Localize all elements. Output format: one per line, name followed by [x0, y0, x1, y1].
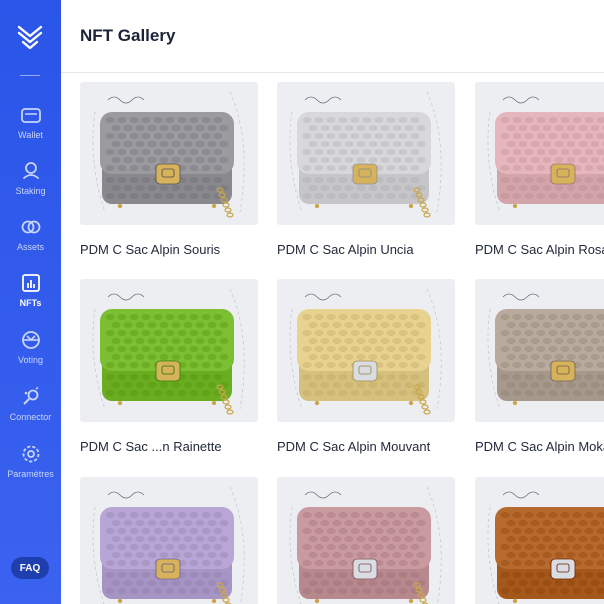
nft-name: PDM C Sac ...n Rainette	[80, 439, 222, 454]
nft-image	[277, 279, 455, 422]
page-title: NFT Gallery	[80, 26, 176, 45]
app-logo-icon[interactable]	[16, 22, 44, 50]
nft-image	[80, 279, 258, 422]
connector-icon	[22, 386, 38, 405]
sidebar-item-voting[interactable]: Voting	[0, 329, 61, 379]
nft-image	[80, 82, 258, 225]
sidebar-item-label: Paramètres	[7, 469, 54, 479]
nft-image	[475, 82, 604, 225]
nft-image	[475, 477, 604, 604]
nft-name: PDM C Sac Alpin Uncia	[277, 242, 414, 257]
nft-card[interactable]	[277, 477, 455, 604]
sidebar-item-label: Wallet	[18, 130, 43, 140]
nft-image	[277, 477, 455, 604]
sidebar-item-label: Staking	[15, 186, 46, 196]
nft-card[interactable]	[80, 477, 258, 604]
nft-card[interactable]: PDM C Sac Alpin Rosa	[475, 82, 604, 257]
nft-card[interactable]: PDM C Sac Alpin Moka	[475, 279, 604, 454]
sidebar-item-label: Assets	[16, 242, 44, 252]
nft-name: PDM C Sac Alpin Mouvant	[277, 439, 431, 454]
nft-name: PDM C Sac Alpin Souris	[80, 242, 221, 257]
nft-name: PDM C Sac Alpin Rosa	[475, 242, 604, 257]
sidebar: Wallet Staking Assets NFTs Voting Connec…	[0, 0, 61, 604]
faq-button[interactable]: FAQ	[11, 557, 49, 579]
assets-icon	[21, 220, 40, 234]
settings-icon	[22, 445, 39, 463]
nft-card[interactable]: PDM C Sac Alpin Uncia	[277, 82, 455, 257]
header: NFT Gallery	[61, 0, 604, 73]
sidebar-item-label: Voting	[17, 355, 44, 365]
nft-image	[475, 279, 604, 422]
voting-icon	[21, 331, 40, 349]
nft-card[interactable]	[475, 477, 604, 604]
sidebar-item-assets[interactable]: Assets	[0, 216, 61, 266]
nft-gallery: PDM C Sac Alpin Souris PDM C Sac Alpin U…	[80, 82, 604, 604]
sidebar-item-nfts[interactable]: NFTs	[0, 272, 61, 322]
sidebar-item-settings[interactable]: Paramètres	[0, 443, 61, 493]
sidebar-divider	[20, 75, 40, 76]
sidebar-item-staking[interactable]: Staking	[0, 160, 61, 210]
nft-card[interactable]: PDM C Sac Alpin Souris	[80, 82, 258, 257]
nft-image	[80, 477, 258, 604]
sidebar-item-wallet[interactable]: Wallet	[0, 104, 61, 154]
sidebar-item-label: Connector	[9, 412, 52, 422]
sidebar-item-label: NFTs	[19, 298, 42, 308]
nft-card[interactable]: PDM C Sac ...n Rainette	[80, 279, 258, 454]
nft-name: PDM C Sac Alpin Moka	[475, 439, 604, 454]
nft-card[interactable]: PDM C Sac Alpin Mouvant	[277, 279, 455, 454]
nfts-icon	[21, 274, 40, 292]
nft-image	[277, 82, 455, 225]
wallet-icon	[20, 108, 41, 123]
sidebar-item-connector[interactable]: Connector	[0, 386, 61, 436]
staking-icon	[22, 162, 39, 179]
